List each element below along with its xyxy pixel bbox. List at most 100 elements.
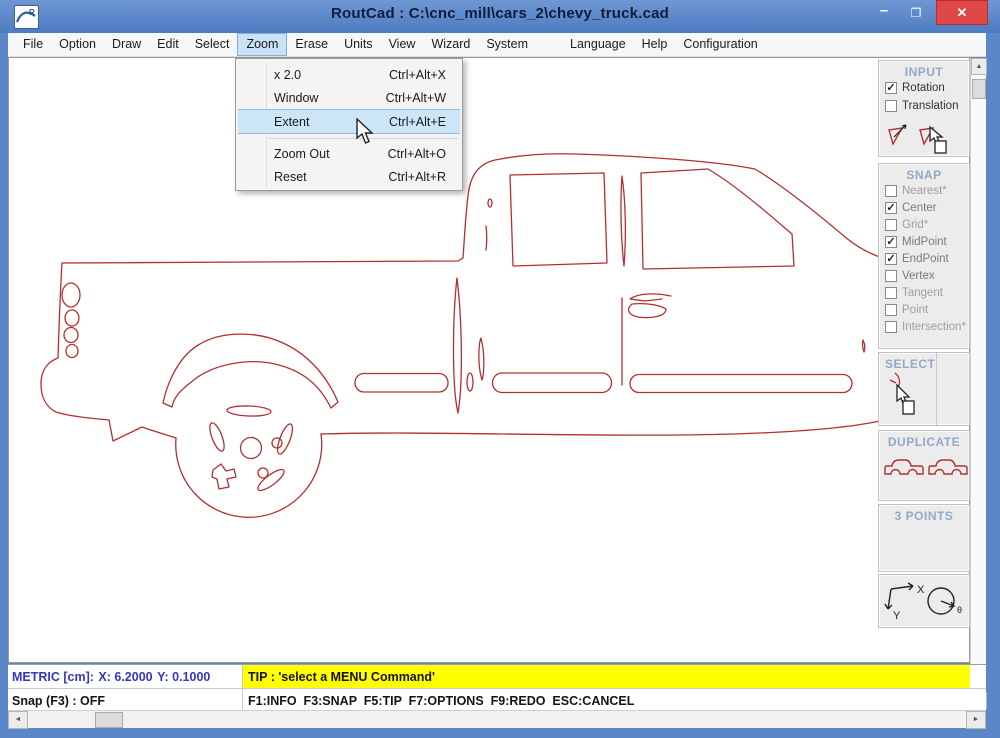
fkeys-text: F1:INFO F3:SNAP F5:TIP F7:OPTIONS F9:RED… <box>248 694 634 708</box>
metric-units-label: METRIC [cm]: <box>12 670 94 684</box>
menu-item-reset[interactable]: Reset Ctrl+Alt+R <box>236 165 462 188</box>
rotation-label: Rotation <box>902 82 945 94</box>
rotation-tool-icon[interactable] <box>886 123 910 149</box>
tip-text: TIP : 'select a MENU Command' <box>248 670 435 684</box>
menu-edit[interactable]: Edit <box>149 33 187 56</box>
menu-view[interactable]: View <box>381 33 424 56</box>
snap-grid-row[interactable]: Grid* <box>879 216 969 233</box>
scroll-up-button[interactable]: ▲ <box>971 58 987 75</box>
function-key-hints: F1:INFO F3:SNAP F5:TIP F7:OPTIONS F9:RED… <box>243 689 986 710</box>
translation-tool-icon[interactable] <box>918 123 952 155</box>
snap-intersection-row[interactable]: Intersection* <box>879 318 969 335</box>
coordinate-readout: METRIC [cm]: X: 6.2000 Y: 0.1000 <box>8 665 243 688</box>
select-tool-icon[interactable] <box>887 371 927 417</box>
translation-checkbox-row[interactable]: Translation <box>879 97 969 115</box>
cursor-x-coordinate: X: 6.2000 <box>98 670 152 684</box>
menu-units[interactable]: Units <box>336 33 380 56</box>
horizontal-scrollbar[interactable]: ◄ ► <box>8 710 986 728</box>
nearest-checkbox[interactable] <box>885 185 897 197</box>
axis-orientation-icon[interactable]: X Y θ <box>879 575 969 627</box>
snap-state-text: Snap (F3) : OFF <box>12 694 105 708</box>
window-title: RoutCad : C:\cnc_mill\cars_2\chevy_truck… <box>0 5 1000 22</box>
rotation-checkbox[interactable] <box>885 82 897 94</box>
menu-item-x2[interactable]: x 2.0 Ctrl+Alt+X <box>236 63 462 86</box>
horizontal-scroll-thumb[interactable] <box>95 712 123 728</box>
snap-panel: SNAP Nearest* Center Grid* MidPoint EndP… <box>878 163 970 349</box>
statusbar-row-1: METRIC [cm]: X: 6.2000 Y: 0.1000 TIP : '… <box>8 664 986 688</box>
snap-midpoint-row[interactable]: MidPoint <box>879 233 969 250</box>
snap-status: Snap (F3) : OFF <box>8 689 243 710</box>
close-button[interactable]: ✕ <box>936 0 988 25</box>
axis-y-label: Y <box>893 610 901 622</box>
duplicate-panel-title: DUPLICATE <box>879 431 969 449</box>
vertical-scrollbar[interactable]: ▲ ▼ <box>970 58 986 709</box>
menubar: File Option Draw Edit Select Zoom Erase … <box>8 33 986 57</box>
menu-option[interactable]: Option <box>51 33 104 56</box>
menu-language[interactable]: Language <box>562 33 634 56</box>
axis-x-label: X <box>917 584 925 596</box>
maximize-button[interactable]: ❐ <box>904 2 928 24</box>
duplicate-truck-icon-2[interactable] <box>927 457 969 481</box>
translation-label: Translation <box>902 100 958 112</box>
shortcut-x2: Ctrl+Alt+X <box>389 68 446 82</box>
menu-zoom[interactable]: Zoom <box>237 33 287 56</box>
input-panel: INPUT Rotation Translation <box>878 60 970 157</box>
snap-point-row[interactable]: Point <box>879 301 969 318</box>
snap-tangent-row[interactable]: Tangent <box>879 284 969 301</box>
select-panel: SELECT <box>878 352 970 426</box>
zoom-dropdown-menu: x 2.0 Ctrl+Alt+X Window Ctrl+Alt+W Exten… <box>235 58 463 191</box>
vertical-scroll-thumb[interactable] <box>972 79 986 99</box>
menu-wizard[interactable]: Wizard <box>423 33 478 56</box>
intersection-checkbox[interactable] <box>885 321 897 333</box>
three-points-panel-title: 3 POINTS <box>879 505 969 523</box>
grid-checkbox[interactable] <box>885 219 897 231</box>
menu-select[interactable]: Select <box>187 33 238 56</box>
menu-system[interactable]: System <box>478 33 536 56</box>
menu-item-zoom-out[interactable]: Zoom Out Ctrl+Alt+O <box>236 142 462 165</box>
point-checkbox[interactable] <box>885 304 897 316</box>
axis-theta-label: θ <box>957 605 962 615</box>
cursor-y-coordinate: Y: 0.1000 <box>157 670 210 684</box>
three-points-panel: 3 POINTS <box>878 504 970 572</box>
menu-item-extent[interactable]: Extent Ctrl+Alt+E <box>238 109 460 134</box>
app-window: R RoutCad : C:\cnc_mill\cars_2\chevy_tru… <box>0 0 1000 738</box>
truck-drawing <box>9 58 969 662</box>
vertex-checkbox[interactable] <box>885 270 897 282</box>
axis-panel: X Y θ <box>878 574 970 628</box>
menu-help[interactable]: Help <box>634 33 676 56</box>
tangent-checkbox[interactable] <box>885 287 897 299</box>
scroll-right-icon: ► <box>973 716 980 723</box>
scroll-left-button[interactable]: ◄ <box>8 711 28 729</box>
endpoint-checkbox[interactable] <box>885 253 897 265</box>
minimize-button[interactable]: – <box>872 2 896 24</box>
snap-panel-title: SNAP <box>879 164 969 182</box>
snap-endpoint-row[interactable]: EndPoint <box>879 250 969 267</box>
menu-file[interactable]: File <box>15 33 51 56</box>
select-panel-title: SELECT <box>879 353 969 371</box>
menu-configuration[interactable]: Configuration <box>675 33 765 56</box>
rotation-checkbox-row[interactable]: Rotation <box>879 79 969 97</box>
menu-erase[interactable]: Erase <box>287 33 336 56</box>
snap-nearest-row[interactable]: Nearest* <box>879 182 969 199</box>
shortcut-zoom-out: Ctrl+Alt+O <box>388 147 446 161</box>
drawing-canvas[interactable] <box>8 57 970 663</box>
center-checkbox[interactable] <box>885 202 897 214</box>
shortcut-window: Ctrl+Alt+W <box>386 91 446 105</box>
scroll-left-icon: ◄ <box>15 716 22 723</box>
menu-separator <box>236 134 462 142</box>
titlebar: R RoutCad : C:\cnc_mill\cars_2\chevy_tru… <box>0 0 1000 33</box>
input-panel-title: INPUT <box>879 61 969 79</box>
shortcut-extent: Ctrl+Alt+E <box>389 115 446 129</box>
snap-vertex-row[interactable]: Vertex <box>879 267 969 284</box>
menu-draw[interactable]: Draw <box>104 33 149 56</box>
tip-bar: TIP : 'select a MENU Command' <box>243 665 970 688</box>
snap-center-row[interactable]: Center <box>879 199 969 216</box>
duplicate-panel: DUPLICATE <box>878 430 970 501</box>
scroll-right-button[interactable]: ► <box>966 711 986 729</box>
scroll-up-icon: ▲ <box>976 63 983 70</box>
midpoint-checkbox[interactable] <box>885 236 897 248</box>
menu-item-window[interactable]: Window Ctrl+Alt+W <box>236 86 462 109</box>
duplicate-truck-icon-1[interactable] <box>883 457 925 481</box>
statusbar-row-2: Snap (F3) : OFF F1:INFO F3:SNAP F5:TIP F… <box>8 688 986 710</box>
translation-checkbox[interactable] <box>885 100 897 112</box>
